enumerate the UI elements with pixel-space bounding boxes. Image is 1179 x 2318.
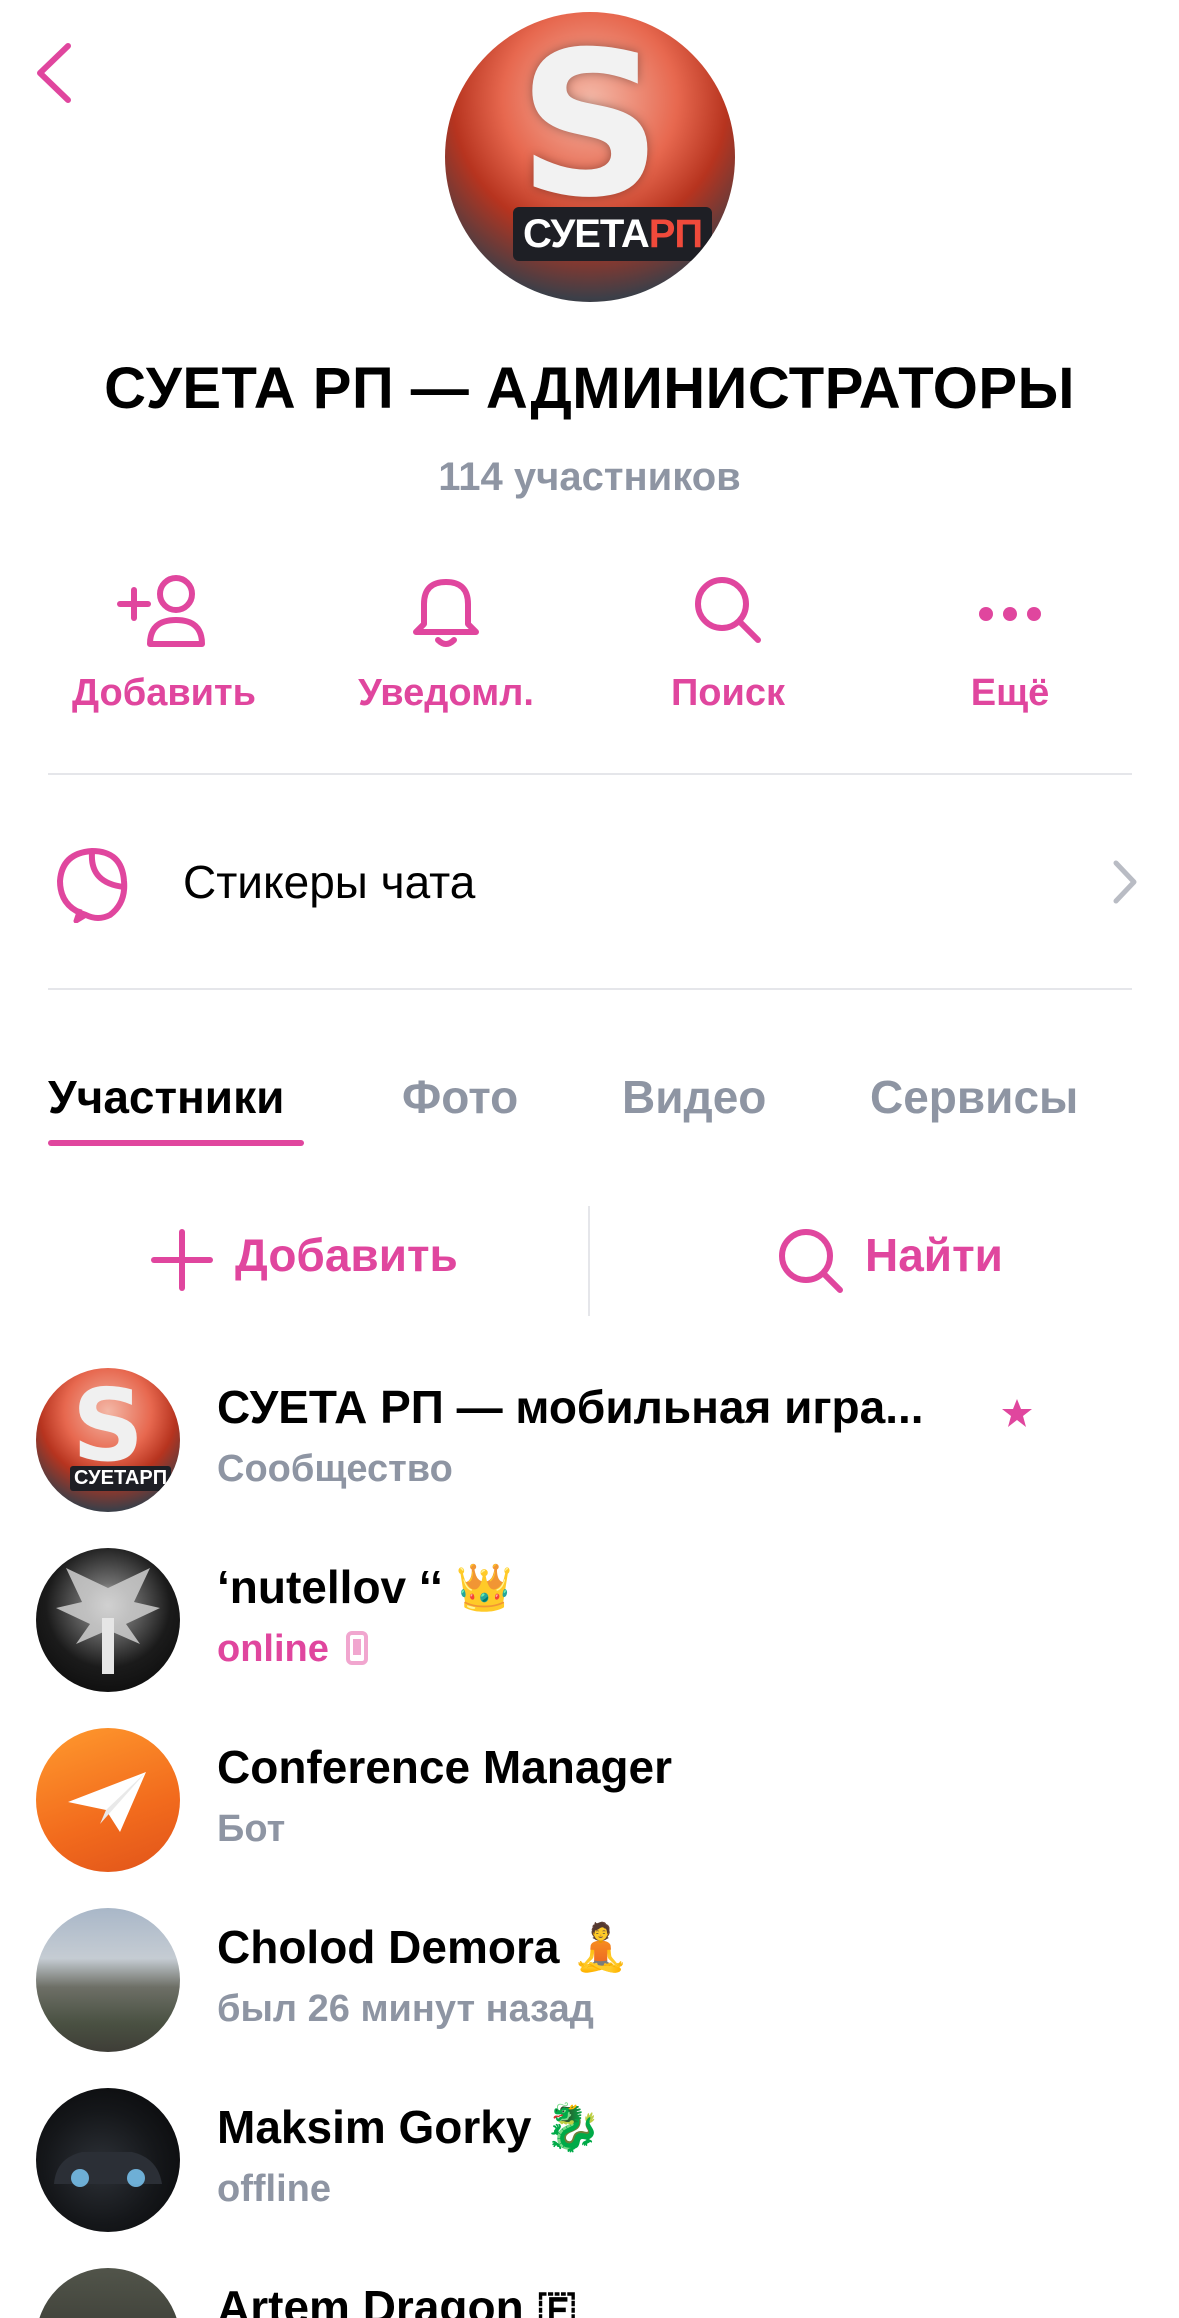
active-tab-indicator: [48, 1140, 304, 1146]
avatar: [36, 2268, 180, 2318]
avatar: [36, 1548, 180, 1692]
avatar-brand-accent: РП: [648, 212, 703, 256]
avatar: [36, 1908, 180, 2052]
list-item[interactable]: Maksim Gorky 🐉 offline: [0, 2088, 1179, 2268]
chat-info-screen: S СУЕТАРП СУЕТА РП — АДМИНИСТРАТОРЫ 114 …: [0, 0, 1179, 2318]
action-label: Добавить: [71, 672, 257, 714]
back-button[interactable]: [30, 38, 78, 108]
avatar-brand: СУЕТАРП: [513, 207, 713, 261]
add-member-action-button[interactable]: Добавить: [24, 570, 304, 740]
more-action-button[interactable]: Ещё: [870, 570, 1150, 740]
tab-video[interactable]: Видео: [622, 1070, 766, 1124]
chat-stickers-row[interactable]: Стикеры чата: [0, 795, 1179, 975]
car-icon: [54, 2152, 162, 2187]
avatar: [36, 1728, 180, 1872]
divider: [48, 988, 1132, 990]
search-action-button[interactable]: Поиск: [588, 570, 868, 740]
mobile-icon: [346, 1631, 369, 1665]
member-name: Cholod Demora 🧘: [217, 1921, 630, 1973]
list-item[interactable]: Artem Dragon 🇫: [0, 2268, 1179, 2318]
paper-plane-icon: [68, 1772, 146, 1832]
list-item[interactable]: S СУЕТАРП СУЕТА РП — мобильная игра... С…: [0, 1368, 1179, 1548]
angel-wings-icon: [56, 1568, 160, 1674]
tab-photo[interactable]: Фото: [402, 1070, 518, 1124]
avatar: S СУЕТАРП: [36, 1368, 180, 1512]
action-label: Поиск: [670, 672, 786, 714]
chevron-left-icon: [37, 43, 71, 103]
member-status: online: [217, 1628, 369, 1671]
star-icon: [1002, 1399, 1032, 1427]
notifications-action-button[interactable]: Уведомл.: [306, 570, 586, 740]
member-name: Maksim Gorky 🐉: [217, 2101, 602, 2153]
divider: [48, 773, 1132, 775]
member-name: ‘nutellov ‘‘ 👑: [217, 1561, 513, 1613]
group-avatar[interactable]: S СУЕТАРП: [445, 12, 735, 302]
member-status: offline: [217, 2168, 331, 2210]
tab-members[interactable]: Участники: [48, 1070, 284, 1124]
bell-icon: [413, 579, 479, 647]
sticker-icon: [57, 848, 128, 923]
add-member-button[interactable]: Добавить: [140, 1200, 480, 1320]
media-tabs: Участники Фото Видео Сервисы: [0, 1060, 1179, 1150]
member-name: СУЕТА РП — мобильная игра...: [217, 1381, 924, 1433]
member-status: был 26 минут назад: [217, 1988, 594, 2030]
list-item[interactable]: Cholod Demora 🧘 был 26 минут назад: [0, 1908, 1179, 2088]
avatar-brand: СУЕТАРП: [70, 1466, 172, 1491]
add-member-label: Добавить: [235, 1229, 458, 1281]
add-user-icon: [117, 575, 205, 647]
member-name: Artem Dragon 🇫: [217, 2281, 578, 2318]
member-status: Сообщество: [217, 1448, 453, 1490]
action-bar: Добавить Уведомл. Поиск Ещё: [0, 570, 1179, 740]
find-member-button[interactable]: Найти: [770, 1200, 1040, 1320]
more-icon: [979, 607, 1041, 621]
avatar-brand-main: СУЕТА: [523, 212, 650, 256]
action-label: Ещё: [970, 672, 1050, 714]
divider: [588, 1206, 590, 1316]
chat-title: СУЕТА РП — АДМИНИСТРАТОРЫ: [104, 356, 1075, 421]
member-status-text: online: [217, 1628, 329, 1670]
member-tools: Добавить Найти: [0, 1200, 1179, 1320]
member-count: 114 участников: [438, 455, 741, 499]
plus-icon: [151, 1229, 213, 1291]
search-icon: [695, 577, 761, 643]
action-label: Уведомл.: [358, 672, 534, 714]
find-member-label: Найти: [865, 1229, 1003, 1281]
chevron-right-icon: [1113, 860, 1137, 904]
member-name: Conference Manager: [217, 1741, 673, 1793]
member-status: Бот: [217, 1808, 286, 1850]
chat-stickers-label: Стикеры чата: [183, 856, 476, 908]
list-item[interactable]: ‘nutellov ‘‘ 👑 online: [0, 1548, 1179, 1728]
tab-services[interactable]: Сервисы: [870, 1070, 1078, 1124]
avatar-letter: S: [71, 1368, 145, 1484]
list-item[interactable]: Conference Manager Бот: [0, 1728, 1179, 1908]
search-icon: [779, 1229, 843, 1293]
avatar: [36, 2088, 180, 2232]
avatar-letter: S: [517, 12, 663, 242]
